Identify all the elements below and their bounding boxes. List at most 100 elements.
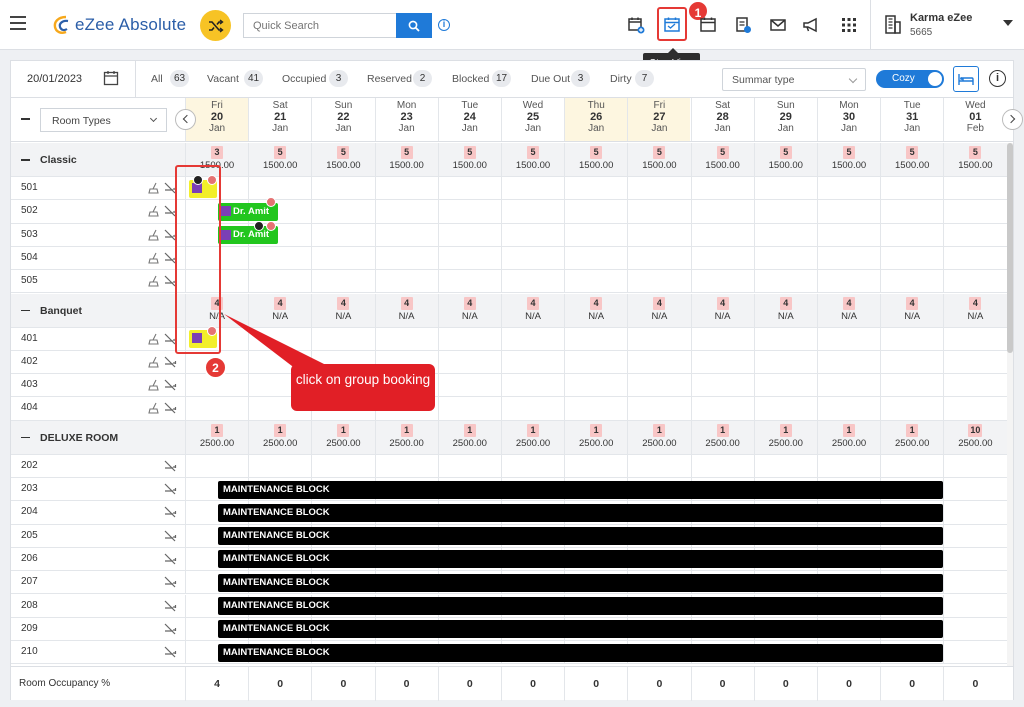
room-day-cell[interactable] (564, 374, 627, 397)
room-day-cell[interactable] (817, 454, 880, 477)
room-day-cell[interactable] (437, 223, 501, 246)
availability-cell[interactable]: 5 1500.00 (880, 143, 943, 176)
availability-cell[interactable]: 5 1500.00 (311, 143, 374, 176)
maintenance-block[interactable]: MAINTENANCE BLOCK (218, 527, 943, 546)
room-day-cell[interactable] (501, 454, 564, 477)
room-day-cell[interactable] (880, 177, 943, 200)
room-day-cell[interactable] (627, 223, 690, 246)
room-day-cell[interactable] (943, 223, 1006, 246)
room-day-cell[interactable] (374, 246, 438, 270)
availability-cell[interactable]: 4 N/A (690, 293, 754, 327)
room-day-cell[interactable] (627, 454, 690, 477)
room-day-cell[interactable] (627, 200, 690, 223)
room-day-cell[interactable] (753, 223, 817, 246)
room-day-cell[interactable] (437, 327, 501, 350)
room-day-cell[interactable] (943, 350, 1006, 374)
availability-cell[interactable]: 1 2500.00 (817, 420, 880, 454)
collapse-group-icon[interactable] (21, 436, 30, 439)
room-day-cell[interactable] (880, 270, 943, 293)
room-day-cell[interactable] (627, 246, 690, 270)
room-day-cell[interactable] (311, 223, 374, 246)
room-day-cell[interactable] (437, 246, 501, 270)
availability-cell[interactable]: 5 1500.00 (248, 143, 311, 176)
room-day-cell[interactable] (943, 478, 1006, 501)
room-day-cell[interactable] (753, 327, 817, 350)
availability-cell[interactable]: 5 1500.00 (627, 143, 690, 176)
room-day-cell[interactable] (943, 270, 1006, 293)
room-day-cell[interactable] (943, 200, 1006, 223)
mail-icon[interactable] (768, 15, 788, 35)
room-day-cell[interactable] (817, 177, 880, 200)
room-types-select[interactable]: Room Types (40, 108, 167, 132)
room-day-cell[interactable] (943, 177, 1006, 200)
room-day-cell[interactable] (501, 327, 564, 350)
room-day-cell[interactable] (880, 350, 943, 374)
room-day-cell[interactable] (753, 270, 817, 293)
cozy-toggle[interactable]: Cozy (876, 70, 944, 88)
room-day-cell[interactable] (374, 177, 438, 200)
availability-cell[interactable]: 4 N/A (437, 293, 501, 327)
room-day-cell[interactable] (374, 327, 438, 350)
room-day-cell[interactable] (627, 397, 690, 420)
availability-cell[interactable]: 4 N/A (248, 293, 311, 327)
availability-cell[interactable]: 5 1500.00 (374, 143, 438, 176)
room-day-cell[interactable] (753, 177, 817, 200)
calendar-icon[interactable] (698, 15, 718, 35)
previous-dates-button[interactable] (175, 109, 196, 130)
room-day-cell[interactable] (501, 350, 564, 374)
room-day-cell[interactable] (374, 200, 438, 223)
room-day-cell[interactable] (501, 223, 564, 246)
availability-cell[interactable]: 4 N/A (753, 293, 817, 327)
selected-date[interactable]: 20/01/2023 (27, 73, 82, 85)
room-day-cell[interactable] (501, 177, 564, 200)
search-button[interactable] (396, 13, 432, 38)
room-day-cell[interactable] (943, 617, 1006, 641)
next-dates-button[interactable] (1002, 109, 1023, 130)
room-day-cell[interactable] (943, 246, 1006, 270)
room-day-cell[interactable] (943, 327, 1006, 350)
add-reservation-icon[interactable] (626, 15, 646, 35)
maintenance-block[interactable]: MAINTENANCE BLOCK (218, 550, 943, 569)
room-day-cell[interactable] (185, 454, 248, 477)
room-day-cell[interactable] (817, 374, 880, 397)
room-day-cell[interactable] (943, 547, 1006, 571)
availability-cell[interactable]: 5 1500.00 (437, 143, 501, 176)
filter-all[interactable]: All (151, 73, 163, 85)
room-day-cell[interactable] (311, 200, 374, 223)
room-day-cell[interactable] (880, 327, 943, 350)
room-day-cell[interactable] (501, 374, 564, 397)
apps-grid-icon[interactable] (839, 15, 859, 35)
room-day-cell[interactable] (248, 327, 311, 350)
room-day-cell[interactable] (880, 223, 943, 246)
availability-cell[interactable]: 5 1500.00 (690, 143, 754, 176)
room-day-cell[interactable] (311, 327, 374, 350)
filter-blocked[interactable]: Blocked (452, 73, 489, 85)
room-day-cell[interactable] (374, 270, 438, 293)
room-day-cell[interactable] (501, 397, 564, 420)
availability-cell[interactable]: 4 N/A (943, 293, 1006, 327)
availability-cell[interactable]: 4 N/A (880, 293, 943, 327)
availability-cell[interactable]: 1 2500.00 (248, 420, 311, 454)
announcement-icon[interactable] (801, 15, 821, 35)
availability-cell[interactable]: 10 2500.00 (943, 420, 1006, 454)
room-day-cell[interactable] (437, 374, 501, 397)
room-day-cell[interactable] (564, 327, 627, 350)
room-day-cell[interactable] (311, 270, 374, 293)
hotel-dropdown-chevron-icon[interactable] (1003, 20, 1013, 26)
availability-cell[interactable]: 4 N/A (627, 293, 690, 327)
filter-occupied[interactable]: Occupied (282, 73, 326, 85)
availability-cell[interactable]: 1 2500.00 (564, 420, 627, 454)
availability-cell[interactable]: 4 N/A (501, 293, 564, 327)
room-day-cell[interactable] (753, 374, 817, 397)
room-day-cell[interactable] (817, 223, 880, 246)
invoice-icon[interactable] (733, 15, 753, 35)
app-logo[interactable]: eZee Absolute (52, 12, 186, 38)
room-day-cell[interactable] (943, 374, 1006, 397)
room-day-cell[interactable] (564, 223, 627, 246)
room-day-cell[interactable] (437, 454, 501, 477)
room-day-cell[interactable] (753, 200, 817, 223)
room-day-cell[interactable] (753, 397, 817, 420)
availability-cell[interactable]: 1 2500.00 (185, 420, 248, 454)
room-day-cell[interactable] (943, 524, 1006, 547)
room-day-cell[interactable] (627, 177, 690, 200)
